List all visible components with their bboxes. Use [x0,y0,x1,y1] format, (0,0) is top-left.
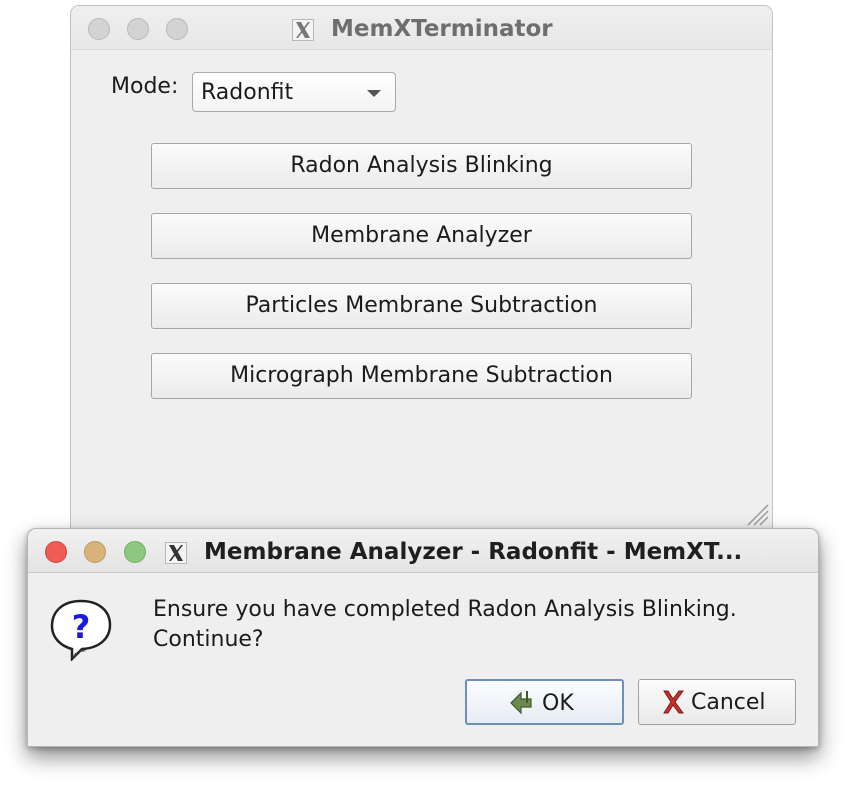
radon-analysis-blinking-button[interactable]: Radon Analysis Blinking [151,143,692,189]
dialog-titlebar[interactable]: Membrane Analyzer - Radonfit - MemXT... [28,529,818,573]
mode-label: Mode: [111,74,179,99]
close-button[interactable] [45,541,67,563]
mode-dropdown-value: Radonfit [201,80,294,105]
zoom-button[interactable] [166,18,188,40]
x11-app-icon [165,542,187,564]
confirm-dialog: Membrane Analyzer - Radonfit - MemXT... … [27,528,819,747]
svg-text:?: ? [72,608,91,646]
window-title: MemXTerminator [331,16,553,42]
micrograph-membrane-subtraction-button[interactable]: Micrograph Membrane Subtraction [151,353,692,399]
question-bubble-icon: ? [50,599,112,661]
ok-button-label: OK [542,691,574,716]
ok-button[interactable]: OK [465,679,624,725]
dialog-message-line-1: Ensure you have completed Radon Analysis… [153,597,737,622]
x11-app-icon [292,19,314,41]
red-x-icon [663,690,684,714]
mode-dropdown[interactable]: Radonfit [192,72,396,112]
cancel-button[interactable]: Cancel [638,679,796,725]
minimize-button[interactable] [127,18,149,40]
main-window: MemXTerminator Mode: Radonfit Radon Anal… [70,5,773,530]
close-button[interactable] [88,18,110,40]
minimize-button[interactable] [84,541,106,563]
particles-membrane-subtraction-button[interactable]: Particles Membrane Subtraction [151,283,692,329]
zoom-button[interactable] [124,541,146,563]
chevron-down-icon [367,90,381,97]
membrane-analyzer-button[interactable]: Membrane Analyzer [151,213,692,259]
dialog-title: Membrane Analyzer - Radonfit - MemXT... [204,539,743,565]
check-arrow-icon [510,691,532,715]
dialog-message-line-2: Continue? [153,627,264,652]
resize-grip-icon[interactable] [742,499,770,527]
desktop: MemXTerminator Mode: Radonfit Radon Anal… [0,0,846,792]
cancel-button-label: Cancel [691,690,766,715]
main-window-titlebar[interactable]: MemXTerminator [71,6,772,50]
